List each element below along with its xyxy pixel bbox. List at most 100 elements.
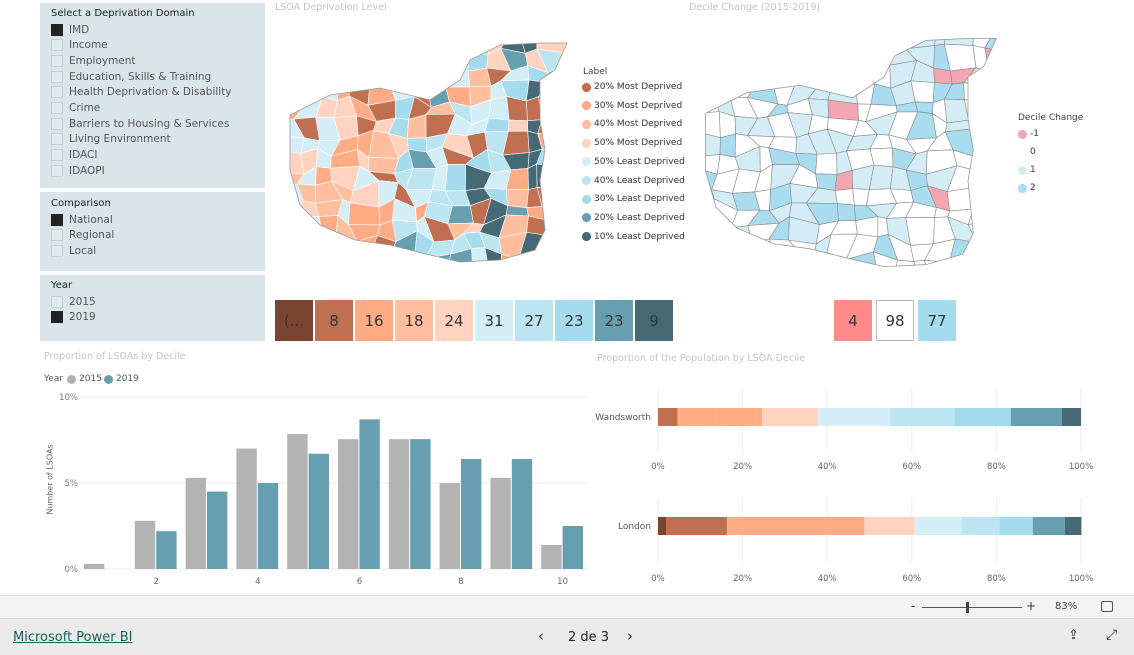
lsoa-area[interactable]	[825, 30, 856, 49]
lsoa-area[interactable]	[563, 52, 580, 73]
lsoa-area[interactable]	[888, 30, 917, 50]
segment-Wandsworth-decile-5[interactable]	[762, 408, 819, 426]
share-icon[interactable]: ⇪	[1068, 628, 1079, 643]
lsoa-area[interactable]	[563, 35, 580, 57]
lsoa-area[interactable]	[556, 181, 580, 207]
lsoa-area[interactable]	[390, 68, 415, 88]
lsoa-area[interactable]	[736, 67, 759, 88]
bar-2019-decile-8[interactable]	[461, 458, 482, 569]
lsoa-area[interactable]	[338, 65, 359, 83]
bar-2019-decile-7[interactable]	[410, 439, 431, 569]
checkbox[interactable]	[51, 133, 63, 146]
lsoa-area[interactable]	[423, 35, 446, 54]
segment-Wandsworth-decile-4[interactable]	[716, 408, 763, 426]
bar-2015-decile-6[interactable]	[338, 439, 359, 569]
lsoa-area[interactable]	[280, 253, 305, 270]
checkbox[interactable]	[51, 54, 63, 67]
lsoa-area[interactable]	[280, 35, 298, 55]
lsoa-area[interactable]	[335, 53, 361, 68]
lsoa-area[interactable]	[555, 79, 580, 109]
lsoa-area[interactable]	[501, 253, 531, 270]
lsoa-area[interactable]	[793, 252, 813, 275]
lsoa-area[interactable]	[971, 165, 992, 191]
lsoa-area[interactable]	[538, 82, 564, 102]
lsoa-area[interactable]	[293, 216, 324, 237]
checkbox[interactable]	[51, 244, 63, 257]
lsoa-area[interactable]	[825, 59, 856, 89]
lsoa-area[interactable]	[280, 216, 299, 239]
zoom-slider[interactable]	[922, 607, 1022, 608]
lsoa-area[interactable]	[359, 35, 381, 57]
lsoa-area[interactable]	[321, 235, 337, 259]
lsoa-area[interactable]	[810, 252, 828, 275]
lsoa-area[interactable]	[990, 182, 1010, 212]
segment-Wandsworth-decile-2[interactable]	[658, 408, 678, 426]
lsoa-area[interactable]	[707, 30, 737, 52]
lsoa-area[interactable]	[443, 35, 468, 54]
lsoa-area[interactable]	[538, 96, 564, 120]
lsoa-area[interactable]	[556, 163, 580, 189]
lsoa-area[interactable]	[300, 62, 319, 86]
segment-London-decile-9[interactable]	[1032, 517, 1065, 535]
lsoa-area[interactable]	[983, 200, 1010, 222]
lsoa-area[interactable]	[923, 260, 954, 275]
lsoa-area[interactable]	[425, 253, 452, 270]
lsoa-area[interactable]	[983, 220, 1010, 246]
lsoa-area[interactable]	[295, 35, 324, 55]
decile-change-map[interactable]	[695, 30, 1010, 275]
bar-2015-decile-1[interactable]	[84, 563, 105, 569]
map-legend-item[interactable]: 40% Least Deprived	[582, 174, 685, 188]
checkbox[interactable]	[51, 295, 63, 308]
lsoa-area[interactable]	[358, 53, 376, 67]
slicer-option[interactable]: IMD	[51, 22, 89, 37]
checkbox[interactable]	[51, 39, 63, 52]
segment-London-decile-3[interactable]	[726, 517, 804, 535]
lsoa-area[interactable]	[771, 43, 793, 62]
lsoa-area[interactable]	[301, 253, 323, 270]
map-legend-item[interactable]: 30% Least Deprived	[582, 192, 685, 206]
bar-2019-decile-6[interactable]	[359, 419, 380, 569]
lsoa-area[interactable]	[316, 67, 343, 83]
segment-London-decile-6[interactable]	[914, 517, 962, 535]
lsoa-area[interactable]	[985, 78, 1010, 104]
lsoa-area[interactable]	[423, 47, 446, 65]
bar-2015-decile-3[interactable]	[185, 477, 206, 569]
lsoa-area[interactable]	[845, 58, 876, 89]
lsoa-area[interactable]	[527, 163, 538, 190]
lsoa-area[interactable]	[391, 249, 415, 270]
lsoa-area[interactable]	[905, 217, 935, 246]
segment-London-decile-10[interactable]	[1064, 517, 1082, 535]
lsoa-area[interactable]	[730, 44, 759, 69]
lsoa-area[interactable]	[815, 64, 834, 86]
lsoa-area[interactable]	[560, 115, 580, 138]
lsoa-area[interactable]	[943, 30, 974, 46]
bar-2015-decile-10[interactable]	[541, 544, 562, 569]
lsoa-area[interactable]	[948, 261, 975, 275]
lsoa-area[interactable]	[555, 64, 580, 89]
lsoa-area[interactable]	[280, 233, 305, 258]
fullscreen-icon[interactable]: ⤢	[1106, 627, 1117, 643]
bar-2015-decile-4[interactable]	[236, 448, 257, 569]
lsoa-area[interactable]	[771, 58, 796, 85]
lsoa-area[interactable]	[280, 82, 305, 107]
lsoa-area[interactable]	[331, 237, 358, 259]
previous-page-icon[interactable]: ‹	[538, 627, 544, 645]
lsoa-area[interactable]	[708, 83, 738, 98]
lsoa-area[interactable]	[718, 111, 736, 139]
checkbox[interactable]	[51, 311, 63, 324]
lsoa-area[interactable]	[973, 242, 996, 262]
slicer-option[interactable]: Barriers to Housing & Services	[51, 116, 229, 131]
bar-2015-decile-7[interactable]	[388, 439, 410, 569]
slicer-option[interactable]: 2015	[51, 294, 96, 309]
lsoa-area[interactable]	[970, 128, 993, 158]
lsoa-area[interactable]	[444, 164, 466, 192]
lsoa-area[interactable]	[994, 251, 1010, 275]
power-bi-link[interactable]: Microsoft Power BI	[13, 630, 132, 645]
checkbox[interactable]	[51, 102, 63, 114]
lsoa-area[interactable]	[488, 96, 510, 121]
slicer-option[interactable]: National	[51, 212, 113, 227]
lsoa-area[interactable]	[411, 63, 425, 85]
lsoa-area[interactable]	[893, 260, 918, 275]
lsoa-area[interactable]	[749, 30, 773, 48]
lsoa-area[interactable]	[973, 257, 997, 275]
